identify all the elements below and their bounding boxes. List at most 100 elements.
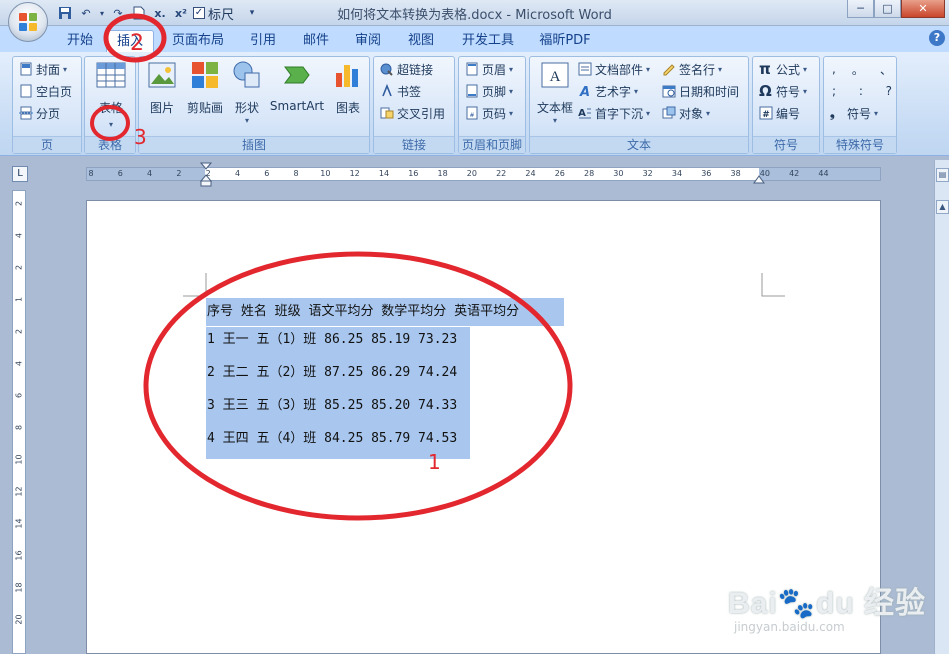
signature-line-icon: [663, 64, 675, 76]
tab-view[interactable]: 视图: [403, 30, 439, 52]
document-line-header[interactable]: 序号 姓名 班级 语文平均分 数学平均分 英语平均分: [206, 298, 564, 326]
picture-icon: [148, 62, 176, 88]
document-line-2[interactable]: 2 王二 五（2）班 87.25 86.29 74.24: [206, 360, 470, 393]
semicolon-symbol[interactable]: ;: [832, 84, 836, 98]
clip-art-button[interactable]: 剪贴画: [183, 59, 227, 116]
page-number-icon: #: [466, 106, 478, 120]
tab-home[interactable]: 开始: [62, 30, 98, 52]
group-text: A 文本框 ▾ 文档部件 ▾ A 艺术字 ▾ A 首字下沉 ▾ 签名行 ▾ 日期和时间 …: [529, 56, 749, 154]
tab-page-layout[interactable]: 页面布局: [168, 30, 228, 52]
cover-page-button[interactable]: 封面 ▾: [19, 59, 67, 79]
hyperlink-icon: [380, 63, 393, 76]
bookmark-icon: [382, 84, 392, 97]
margin-corner-top-left: [183, 273, 207, 297]
vertical-scrollbar[interactable]: ▤ ▲: [934, 160, 949, 654]
vertical-ruler-tick-label: 16: [14, 550, 24, 561]
footer-button[interactable]: 页脚 ▾: [465, 81, 513, 101]
symbol-button[interactable]: Ω 符号 ▾: [759, 81, 807, 101]
date-time-icon: [662, 85, 676, 98]
numbering-button[interactable]: # 编号: [759, 103, 800, 123]
equation-button[interactable]: π 公式 ▾: [759, 59, 807, 79]
page-number-button[interactable]: # 页码 ▾: [465, 103, 513, 123]
group-illustrations-label: 插图: [139, 136, 369, 153]
vertical-ruler-tick-label: 6: [14, 392, 24, 399]
pi-icon: π: [759, 60, 771, 78]
vertical-ruler-tick-label: 2: [14, 264, 24, 271]
textbox-button[interactable]: A 文本框 ▾: [532, 59, 578, 125]
more-symbols-button[interactable]: ❟ 符号 ▾: [830, 103, 878, 123]
tab-review[interactable]: 审阅: [350, 30, 386, 52]
ruler-tick-label: 8: [293, 169, 299, 178]
scroll-up-icon[interactable]: ▲: [936, 200, 949, 214]
group-pages-label: 页: [13, 136, 81, 153]
textbox-icon: A: [541, 62, 569, 88]
page-break-button[interactable]: 分页: [19, 103, 60, 123]
maximize-button[interactable]: □: [874, 0, 901, 18]
tab-foxit-pdf[interactable]: 福昕PDF: [535, 30, 595, 52]
tab-references[interactable]: 引用: [244, 30, 282, 52]
document-line-3[interactable]: 3 王三 五（3）班 85.25 85.20 74.33: [206, 393, 470, 426]
smartart-button[interactable]: SmartArt: [267, 59, 327, 113]
header-button[interactable]: 页眉 ▾: [465, 59, 513, 79]
ruler-tick-label: 44: [818, 169, 829, 178]
svg-text:#: #: [762, 110, 770, 120]
date-time-button[interactable]: 日期和时间: [662, 81, 739, 101]
annotation-number-2: 2: [130, 31, 144, 56]
minimize-button[interactable]: ─: [847, 0, 874, 18]
close-button[interactable]: ✕: [901, 0, 945, 18]
baidu-url: jingyan.baidu.com: [734, 620, 845, 634]
group-header-footer-label: 页眉和页脚: [459, 136, 525, 153]
ruler-tick-label: 36: [701, 169, 712, 178]
document-line-1[interactable]: 1 王一 五（1）班 86.25 85.19 73.23: [206, 327, 470, 360]
wordart-button[interactable]: A 艺术字 ▾: [578, 81, 638, 101]
hyperlink-button[interactable]: 超链接: [380, 59, 433, 79]
tab-mailings[interactable]: 邮件: [298, 30, 334, 52]
cross-reference-button[interactable]: 交叉引用: [380, 103, 445, 123]
help-icon[interactable]: ?: [929, 30, 945, 46]
chart-button[interactable]: 图表: [329, 59, 367, 116]
special-chars-row-1: , 。 、: [832, 59, 892, 79]
period-symbol[interactable]: 。: [852, 61, 864, 78]
group-special-symbols: , 。 、 ; : ? ❟ 符号 ▾ 特殊符号: [823, 56, 897, 154]
ruler-tick-label: 30: [613, 169, 624, 178]
bookmark-button[interactable]: 书签: [380, 81, 421, 101]
ruler-tick-label: 8: [88, 169, 94, 178]
ruler-tick-label: 6: [117, 169, 123, 178]
baidu-watermark: Bai🐾du 经验 jingyan.baidu.com: [728, 578, 926, 634]
annotation-number-3: 3: [134, 125, 147, 149]
office-button[interactable]: [8, 2, 48, 42]
group-links: 超链接 书签 交叉引用 链接: [373, 56, 455, 154]
blank-page-button[interactable]: 空白页: [19, 81, 72, 101]
cross-reference-icon: [380, 107, 394, 119]
ruler-tick-label: 4: [147, 169, 153, 178]
object-icon: [662, 106, 676, 119]
page-break-icon: [19, 106, 33, 120]
vertical-ruler-tick-label: 10: [14, 454, 24, 465]
table-dropdown-arrow[interactable]: ▾: [93, 120, 129, 129]
signature-line-button[interactable]: 签名行 ▾: [662, 59, 722, 79]
shapes-button[interactable]: 形状 ▾: [229, 59, 265, 125]
ruler-tick-label: 14: [378, 169, 390, 178]
ruler-tick-label: 34: [671, 169, 683, 178]
comma-symbol[interactable]: ,: [832, 62, 836, 76]
tab-selector-button[interactable]: L: [12, 166, 28, 182]
vertical-ruler-tick-label: 20: [14, 614, 24, 625]
ruler-toggle-icon[interactable]: ▤: [936, 168, 949, 182]
question-mark-symbol[interactable]: ?: [886, 84, 892, 98]
drop-cap-button[interactable]: A 首字下沉 ▾: [578, 103, 650, 123]
tab-developer[interactable]: 开发工具: [458, 30, 518, 52]
vertical-ruler[interactable]: 2 4 2 1 2 4 6 8 10 12 14 16 18 20: [12, 190, 26, 654]
ruler-tick-label: 32: [642, 169, 653, 178]
ruler-tick-label: 28: [584, 169, 595, 178]
svg-text:A: A: [550, 69, 561, 85]
clip-art-icon: [192, 62, 218, 88]
object-button[interactable]: 对象 ▾: [662, 103, 710, 123]
table-button[interactable]: 表格 ▾: [93, 59, 129, 129]
ruler-tick-label: 42: [789, 169, 800, 178]
horizontal-ruler[interactable]: 8 6 4 2 2 4 6 8 10 12 14 16 18 20 22 24 26 28 30 32 34 36 38 40…: [86, 162, 881, 187]
colon-symbol[interactable]: :: [859, 84, 863, 98]
ruler-tick-label: 40: [759, 169, 770, 178]
quick-parts-button[interactable]: 文档部件 ▾: [578, 59, 650, 79]
enumeration-comma-symbol[interactable]: 、: [880, 61, 892, 78]
picture-button[interactable]: 图片: [143, 59, 181, 116]
